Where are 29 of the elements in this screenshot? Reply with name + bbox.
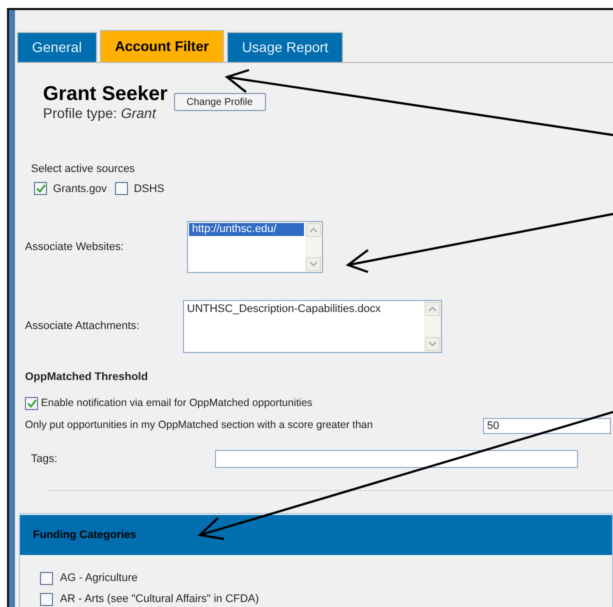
notify-label: Enable notification via email for OppMatched opportunities	[41, 396, 312, 410]
profile-name: Grant Seeker	[43, 83, 168, 105]
list-item[interactable]: UNTHSC_Description-Capabilities.docx	[185, 302, 423, 316]
tags-field[interactable]	[215, 450, 578, 468]
category-label: AR - Arts (see "Cultural Affairs" in CFDA)	[60, 592, 259, 607]
checkbox[interactable]	[40, 592, 53, 606]
tab[interactable]: Usage Report	[226, 32, 344, 62]
tab[interactable]: General	[17, 32, 97, 62]
checked-checkbox[interactable]	[34, 182, 47, 196]
sources-label: Select active sources	[31, 162, 136, 177]
score-field[interactable]: 50	[483, 418, 611, 434]
source-label: Grants.gov	[53, 182, 107, 196]
category-label: AG - Agriculture	[60, 571, 138, 586]
tab[interactable]: Account Filter	[100, 30, 224, 62]
profile-type: Profile type: Grant	[43, 105, 158, 121]
change-profile-button[interactable]: Change Profile	[174, 93, 266, 111]
websites-listbox[interactable]: http://unthsc.edu/	[187, 221, 323, 273]
funding-heading: Funding Categories	[33, 528, 136, 543]
checkbox[interactable]	[114, 182, 128, 196]
threshold-heading: OppMatched Threshold	[25, 370, 149, 385]
checkbox[interactable]	[40, 572, 53, 585]
websites-label: Associate Websites:	[25, 240, 125, 255]
list-item[interactable]: http://unthsc.edu/	[189, 223, 304, 236]
attachments-listbox[interactable]: UNTHSC_Description-Capabilities.docx	[183, 300, 442, 353]
attachments-label: Associate Attachments:	[25, 319, 140, 334]
score-label: Only put opportunities in my OppMatched section with a score greater than	[25, 418, 374, 434]
checked-checkbox[interactable]	[25, 396, 38, 410]
tags-label: Tags:	[31, 452, 58, 467]
source-label: DSHS	[134, 182, 164, 196]
